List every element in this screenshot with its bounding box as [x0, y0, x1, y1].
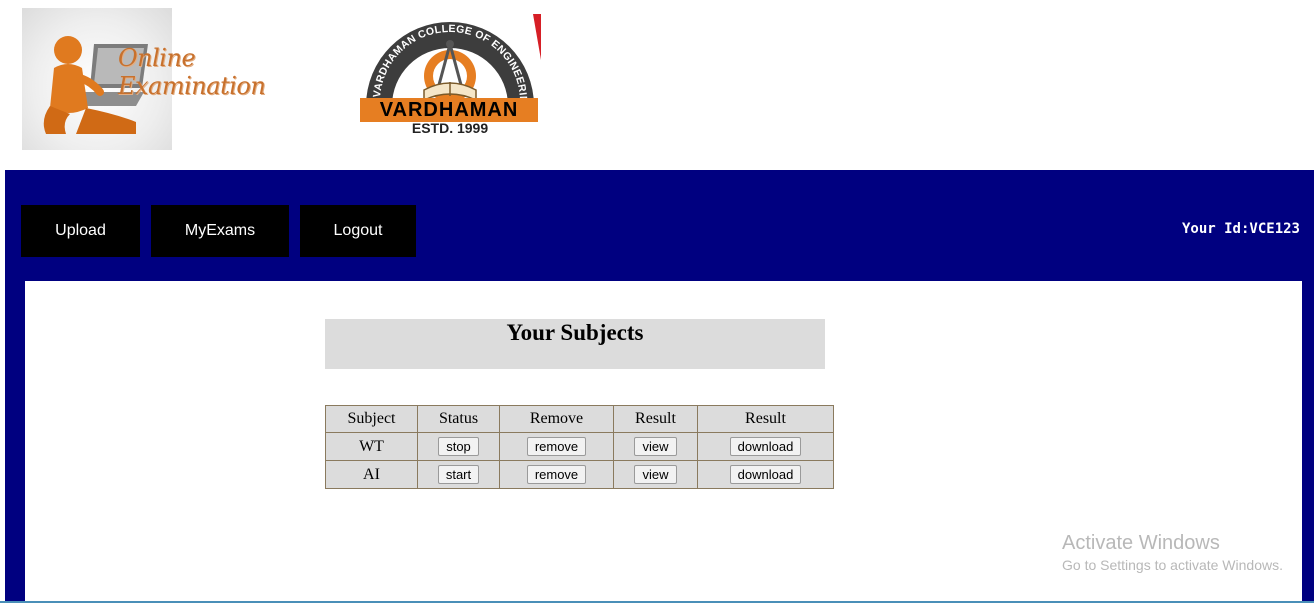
online-examination-logo: Online Examination	[22, 8, 322, 150]
college-crest-icon: VARDHAMAN COLLEGE OF ENGINEERING	[358, 10, 534, 106]
subject-cell: WT	[325, 432, 418, 461]
online-examination-text: Online Examination	[118, 44, 266, 100]
download-result-button[interactable]: download	[729, 437, 802, 456]
remove-button[interactable]: remove	[526, 465, 587, 484]
table-header-row: Subject Status Remove Result Result	[325, 405, 834, 433]
stop-button[interactable]: stop	[438, 437, 479, 456]
user-id-label: Your Id:VCE123	[1181, 221, 1300, 237]
page-title: Your Subjects	[506, 320, 644, 345]
top-nav: Upload MyExams Logout	[21, 205, 416, 257]
subjects-table: Subject Status Remove Result Result WT s…	[325, 405, 834, 489]
college-name-band: VARDHAMAN	[360, 98, 538, 122]
download-result-button[interactable]: download	[729, 465, 802, 484]
upload-button[interactable]: Upload	[21, 205, 140, 257]
start-button[interactable]: start	[437, 465, 480, 484]
page-header: Online Examination VARDHAMAN COLLEGE OF …	[0, 0, 1314, 170]
column-header-result-view: Result	[613, 405, 698, 433]
column-header-result-download: Result	[697, 405, 834, 433]
table-row: AI start remove view download	[325, 460, 834, 489]
view-result-button[interactable]: view	[634, 437, 677, 456]
view-result-button[interactable]: view	[634, 465, 677, 484]
myexams-button[interactable]: MyExams	[151, 205, 289, 257]
column-header-subject: Subject	[325, 405, 418, 433]
table-row: WT stop remove view download	[325, 432, 834, 461]
subjects-title-box: Your Subjects	[325, 319, 825, 369]
activate-windows-subtitle: Go to Settings to activate Windows.	[1062, 557, 1283, 573]
logout-button[interactable]: Logout	[300, 205, 416, 257]
subject-cell: AI	[325, 460, 418, 489]
activate-windows-title: Activate Windows	[1062, 532, 1220, 554]
column-header-status: Status	[417, 405, 500, 433]
column-header-remove: Remove	[499, 405, 614, 433]
vardhaman-college-logo: VARDHAMAN COLLEGE OF ENGINEERING VARDHAM…	[358, 10, 542, 142]
remove-button[interactable]: remove	[526, 437, 587, 456]
college-estd-text: ESTD. 1999	[411, 120, 489, 136]
